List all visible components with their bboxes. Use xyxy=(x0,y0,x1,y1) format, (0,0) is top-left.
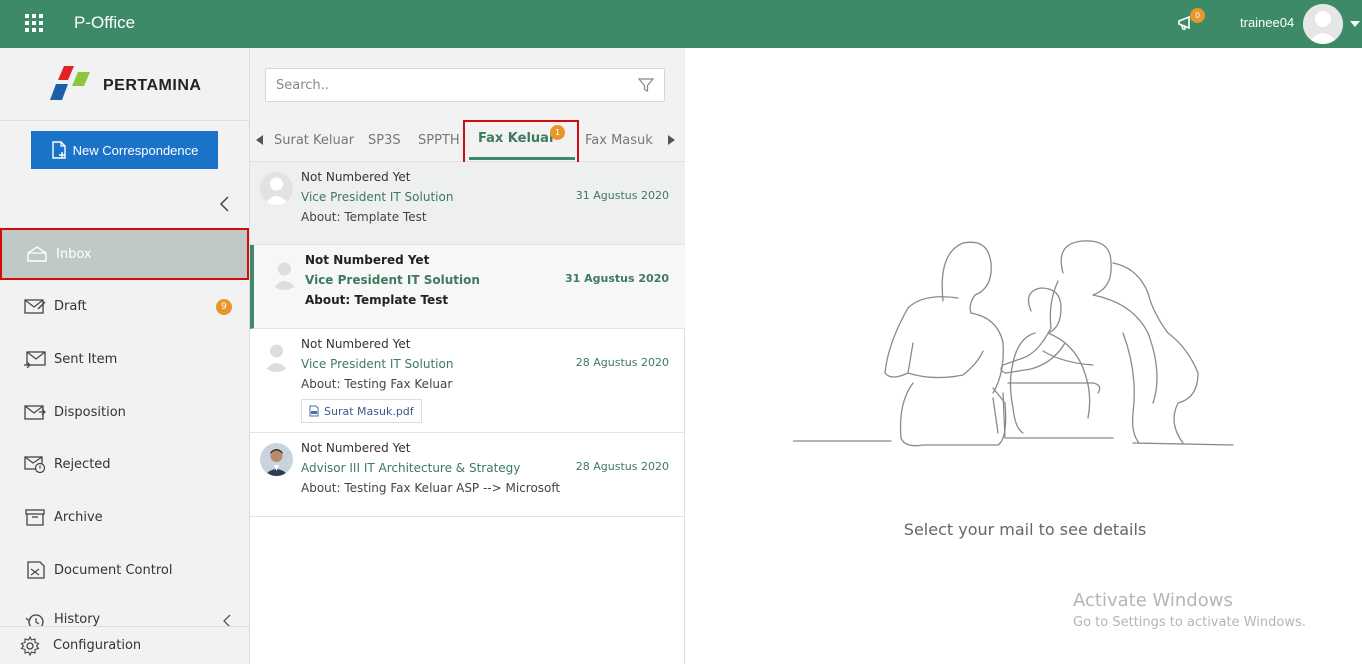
history-icon xyxy=(25,614,44,626)
user-silhouette-icon xyxy=(1303,4,1343,44)
new-document-icon xyxy=(51,141,66,159)
person-photo-icon xyxy=(260,443,293,476)
mail-subject: About: Testing Fax Keluar xyxy=(301,377,453,391)
chevron-down-icon[interactable] xyxy=(1350,21,1360,27)
mail-item[interactable]: Not Numbered Yet Advisor III IT Architec… xyxy=(250,433,685,517)
top-bar: P-Office 0 trainee04 xyxy=(0,0,1362,48)
configuration-item[interactable]: Configuration xyxy=(0,626,249,664)
logo-area: PERTAMINA xyxy=(0,48,249,121)
mail-date: 31 Agustus 2020 xyxy=(565,272,669,285)
sidebar-item-label: Draft xyxy=(54,298,87,314)
sidebar-item-inbox[interactable]: Inbox xyxy=(0,228,249,280)
sidebar: PERTAMINA New Correspondence Inbox Draft… xyxy=(0,48,250,664)
empty-state-message: Select your mail to see details xyxy=(903,520,1147,539)
sidebar-item-document-control[interactable]: Document Control xyxy=(0,544,249,596)
logo-text: PERTAMINA xyxy=(103,77,202,94)
sidebar-item-label: Inbox xyxy=(56,246,92,262)
active-tab-underline xyxy=(469,157,575,160)
draft-count-badge: 9 xyxy=(216,299,232,315)
sidebar-item-label: Disposition xyxy=(54,404,126,420)
fax-keluar-badge: 1 xyxy=(550,125,565,140)
rejected-icon xyxy=(24,456,46,473)
tab-scroll-left-icon[interactable] xyxy=(256,135,263,145)
draft-icon xyxy=(24,299,46,314)
mail-item[interactable]: Not Numbered Yet Vice President IT Solut… xyxy=(250,162,685,245)
pdf-file-icon xyxy=(309,405,319,417)
user-silhouette-icon xyxy=(268,257,301,290)
sidebar-item-draft[interactable]: Draft 9 xyxy=(0,280,249,332)
document-control-icon xyxy=(27,561,45,579)
configuration-label: Configuration xyxy=(53,638,142,653)
sidebar-item-archive[interactable]: Archive xyxy=(0,491,249,543)
tab-fax-keluar[interactable]: Fax Keluar xyxy=(478,131,555,146)
mail-sender: Vice President IT Solution xyxy=(305,273,480,287)
notification-badge: 0 xyxy=(1190,8,1205,23)
sidebar-item-sent[interactable]: Sent Item xyxy=(0,333,249,385)
activation-watermark-subtitle: Go to Settings to activate Windows. xyxy=(1073,615,1306,630)
apps-grid-icon[interactable] xyxy=(25,14,45,34)
disposition-icon xyxy=(24,405,46,420)
pertamina-logo-icon xyxy=(50,66,90,100)
user-avatar[interactable] xyxy=(1303,4,1343,44)
filter-icon[interactable] xyxy=(638,77,654,93)
sent-icon xyxy=(24,351,46,368)
mail-number: Not Numbered Yet xyxy=(301,170,411,184)
detail-panel: Select your mail to see details Activate… xyxy=(685,48,1362,664)
search-input[interactable] xyxy=(266,69,616,101)
new-correspondence-label: New Correspondence xyxy=(72,142,199,158)
mail-date: 28 Agustus 2020 xyxy=(575,460,669,473)
attachment-name: Surat Masuk.pdf xyxy=(324,404,414,418)
mail-date: 28 Agustus 2020 xyxy=(575,356,669,369)
sidebar-item-history[interactable]: History xyxy=(0,596,249,626)
mail-sender: Vice President IT Solution xyxy=(301,190,454,204)
gear-icon xyxy=(20,635,40,656)
mail-subject: About: Template Test xyxy=(301,210,427,224)
tab-sppth[interactable]: SPPTH xyxy=(418,133,460,148)
sidebar-item-label: History xyxy=(54,612,101,626)
sidebar-item-label: Sent Item xyxy=(54,351,118,367)
sender-avatar xyxy=(260,172,293,205)
collapse-sidebar-icon[interactable] xyxy=(218,194,232,214)
sidebar-item-disposition[interactable]: Disposition xyxy=(0,386,249,438)
mail-item[interactable]: Not Numbered Yet Vice President IT Solut… xyxy=(250,329,685,433)
mail-number: Not Numbered Yet xyxy=(305,253,430,267)
tab-sp3s[interactable]: SP3S xyxy=(368,133,401,148)
mail-sender: Advisor III IT Architecture & Strategy xyxy=(301,461,521,475)
username[interactable]: trainee04 xyxy=(1240,15,1294,30)
search-zone xyxy=(250,48,685,120)
tab-fax-masuk[interactable]: Fax Masuk xyxy=(585,133,653,148)
sender-photo xyxy=(260,443,293,476)
app-title: P-Office xyxy=(74,13,136,32)
mail-sender: Vice President IT Solution xyxy=(301,357,454,371)
user-silhouette-icon xyxy=(260,339,293,372)
mail-item[interactable]: Not Numbered Yet Vice President IT Solut… xyxy=(250,245,685,329)
archive-icon xyxy=(25,509,45,526)
tabs-bar: Surat Keluar SP3S SPPTH Fax Keluar 1 Fax… xyxy=(250,120,685,164)
new-correspondence-button[interactable]: New Correspondence xyxy=(31,131,218,169)
sender-avatar xyxy=(260,339,293,372)
attachment-chip[interactable]: Surat Masuk.pdf xyxy=(301,399,422,423)
tab-surat-keluar[interactable]: Surat Keluar xyxy=(274,133,354,148)
activation-watermark-title: Activate Windows xyxy=(1073,590,1233,611)
sender-avatar xyxy=(268,257,301,290)
inbox-icon xyxy=(27,246,47,262)
mail-number: Not Numbered Yet xyxy=(301,441,411,455)
sidebar-item-rejected[interactable]: Rejected xyxy=(0,438,249,490)
sidebar-item-label: Rejected xyxy=(54,456,111,472)
mail-number: Not Numbered Yet xyxy=(301,337,411,351)
sidebar-item-label: Document Control xyxy=(54,562,173,578)
mail-date: 31 Agustus 2020 xyxy=(575,189,669,202)
search-box xyxy=(265,68,665,102)
mail-subject: About: Testing Fax Keluar ASP --> Micros… xyxy=(301,481,561,495)
mail-list-panel: Surat Keluar SP3S SPPTH Fax Keluar 1 Fax… xyxy=(250,48,685,664)
mail-subject: About: Template Test xyxy=(305,293,449,307)
user-silhouette-icon xyxy=(260,172,293,205)
tab-scroll-right-icon[interactable] xyxy=(668,135,675,145)
sidebar-item-label: Archive xyxy=(54,509,103,525)
team-illustration xyxy=(793,240,1234,447)
